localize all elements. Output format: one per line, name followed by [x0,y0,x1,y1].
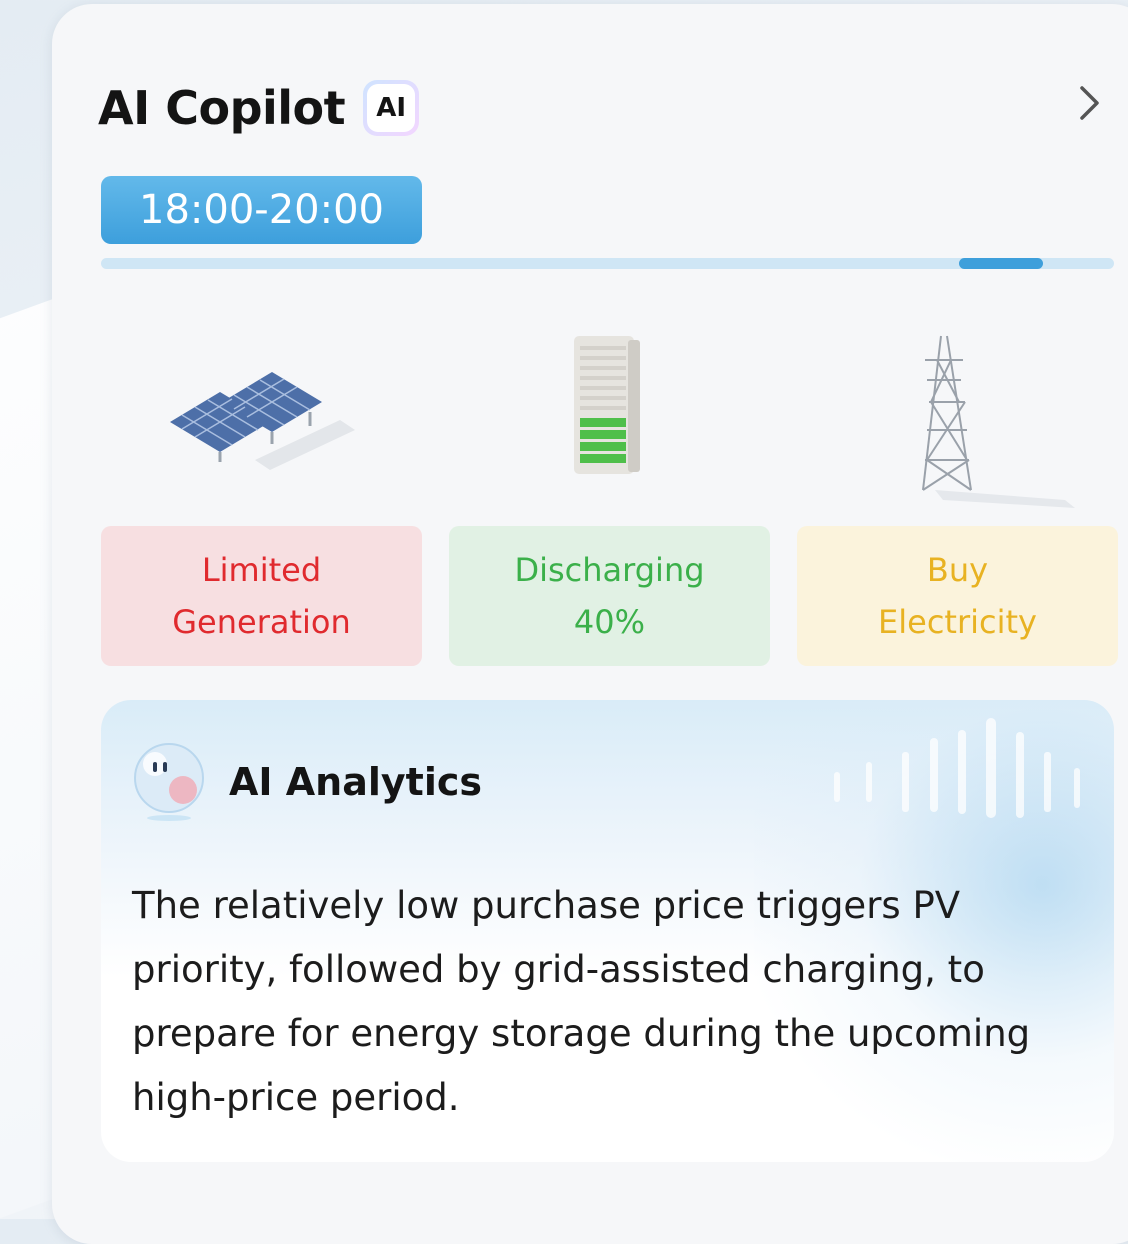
battery-storage-icon [574,336,640,474]
solar-panel-icon [170,372,355,470]
status-discharging: Discharging 40% [449,526,770,666]
status-label-line2: Generation [172,603,351,641]
status-label-line1: Discharging [514,551,705,589]
ai-badge: AI [363,80,420,136]
analytics-description: The relatively low purchase price trigge… [132,884,1031,1119]
decorative-bars-icon [834,718,1080,818]
analytics-header: AI Analytics [131,742,482,822]
status-limited-generation: Limited Generation [101,526,422,666]
ai-bot-icon [134,743,204,821]
time-range-chip[interactable]: 18:00-20:00 [101,176,422,244]
card-title: AI Copilot [98,81,346,135]
status-label-line2: 40% [573,603,646,641]
timeline-track[interactable] [101,258,1114,269]
analytics-title: AI Analytics [229,760,483,804]
power-tower-icon [922,335,1075,508]
status-label-line1: Limited [201,551,322,589]
status-label-line2: Electricity [878,603,1037,641]
card-header: AI Copilot AI [98,80,420,136]
status-buy-electricity: Buy Electricity [797,526,1118,666]
chevron-right-icon[interactable] [1070,78,1110,128]
timeline-indicator[interactable] [959,258,1044,269]
status-label-line1: Buy [926,551,989,589]
ai-badge-label: AI [367,84,416,132]
